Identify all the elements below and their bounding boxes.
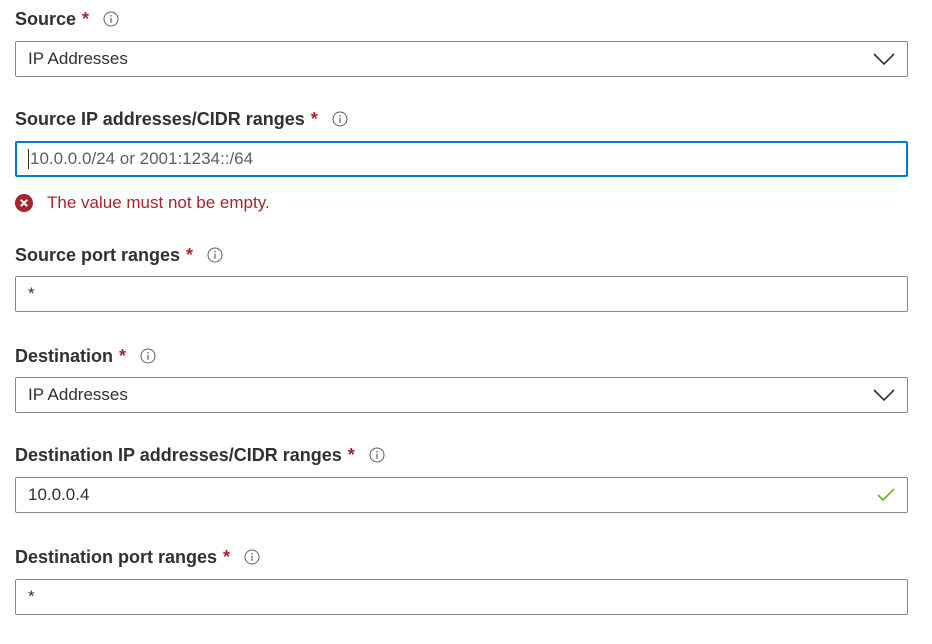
source-ip-label-row: Source IP addresses/CIDR ranges * bbox=[15, 107, 348, 131]
source-port-input[interactable]: * bbox=[15, 276, 908, 312]
error-circle-icon bbox=[15, 194, 33, 212]
required-asterisk: * bbox=[223, 546, 231, 567]
required-asterisk: * bbox=[119, 345, 127, 366]
destination-ip-input[interactable]: 10.0.0.4 bbox=[15, 477, 908, 513]
destination-label: Destination bbox=[15, 345, 114, 366]
chevron-down-icon bbox=[873, 389, 895, 402]
destination-port-value: * bbox=[28, 587, 35, 606]
source-port-label-row: Source port ranges * bbox=[15, 243, 223, 267]
required-asterisk: * bbox=[186, 244, 194, 265]
source-port-label: Source port ranges bbox=[15, 244, 181, 265]
source-label-row: Source * bbox=[15, 7, 119, 31]
info-icon[interactable] bbox=[140, 348, 156, 364]
destination-dropdown[interactable]: IP Addresses bbox=[15, 377, 908, 413]
source-ip-input[interactable]: 10.0.0.0/24 or 2001:1234::/64 bbox=[15, 141, 908, 177]
source-ip-error: The value must not be empty. bbox=[15, 193, 270, 213]
destination-port-label-row: Destination port ranges * bbox=[15, 545, 260, 569]
source-selected-value: IP Addresses bbox=[28, 49, 128, 68]
network-rule-form: Source * IP Addresses Source IP addresse… bbox=[0, 0, 932, 644]
source-port-value: * bbox=[28, 284, 35, 303]
required-asterisk: * bbox=[347, 444, 355, 465]
source-label: Source bbox=[15, 8, 77, 29]
destination-label-row: Destination * bbox=[15, 344, 156, 368]
info-icon[interactable] bbox=[103, 11, 119, 27]
destination-ip-label-row: Destination IP addresses/CIDR ranges * bbox=[15, 443, 385, 467]
destination-selected-value: IP Addresses bbox=[28, 385, 128, 404]
info-icon[interactable] bbox=[207, 247, 223, 263]
required-asterisk: * bbox=[310, 108, 318, 129]
source-dropdown[interactable]: IP Addresses bbox=[15, 41, 908, 77]
info-icon[interactable] bbox=[244, 549, 260, 565]
text-cursor bbox=[28, 149, 29, 169]
info-icon[interactable] bbox=[369, 447, 385, 463]
info-icon[interactable] bbox=[332, 111, 348, 127]
chevron-down-icon bbox=[873, 53, 895, 66]
error-message: The value must not be empty. bbox=[47, 193, 270, 212]
destination-ip-value: 10.0.0.4 bbox=[28, 485, 90, 504]
source-ip-label: Source IP addresses/CIDR ranges bbox=[15, 108, 305, 129]
source-ip-placeholder: 10.0.0.0/24 or 2001:1234::/64 bbox=[30, 149, 254, 168]
required-asterisk: * bbox=[82, 8, 90, 29]
destination-port-label: Destination port ranges bbox=[15, 546, 218, 567]
checkmark-icon bbox=[877, 488, 895, 501]
destination-port-input[interactable]: * bbox=[15, 579, 908, 615]
destination-ip-label: Destination IP addresses/CIDR ranges bbox=[15, 444, 342, 465]
